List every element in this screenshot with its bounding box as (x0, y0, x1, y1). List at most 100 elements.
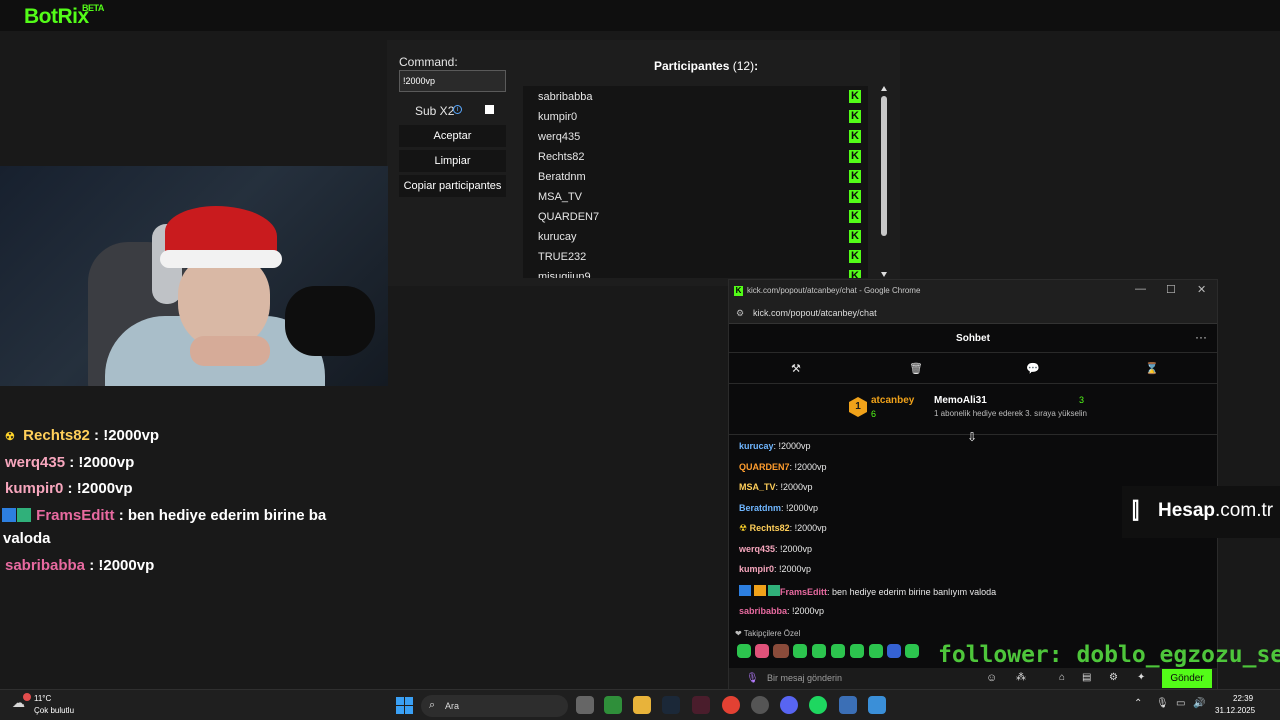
overlay-chat-line: valoda (3, 530, 51, 547)
valorant-icon[interactable] (692, 696, 710, 714)
botrix-logo[interactable]: BotRix BETA (24, 3, 104, 29)
task-view-icon[interactable] (576, 696, 594, 714)
scroll-thumb[interactable] (881, 96, 887, 236)
temperature[interactable]: 11°C (34, 694, 51, 703)
chat-username[interactable]: QUARDEN7 (739, 462, 790, 472)
emote-icon[interactable] (755, 644, 769, 658)
top-gifter-name[interactable]: atcanbey (871, 395, 914, 406)
followers-only-text: Takipçilere Özel (743, 629, 801, 638)
volume-icon[interactable]: 🔊 (1193, 698, 1205, 709)
emote-icon[interactable] (905, 644, 919, 658)
scroll-down-arrow-icon[interactable] (881, 272, 887, 277)
chat-username[interactable]: Beratdnm (739, 503, 781, 513)
kick-icon: K (849, 130, 861, 143)
moderator-badge-icon (2, 508, 16, 522)
participant-item: misugiiun9 (538, 271, 591, 278)
chat-username[interactable]: kumpir0 (739, 564, 774, 574)
emote-icon[interactable] (850, 644, 864, 658)
accept-button[interactable]: Aceptar (399, 125, 506, 147)
clock-date[interactable]: 31.12.2025 (1215, 706, 1255, 715)
close-icon[interactable]: ✕ (1197, 283, 1206, 296)
clear-button[interactable]: Limpiar (399, 150, 506, 172)
emote-icon[interactable] (737, 644, 751, 658)
chat-input[interactable]: Bir mesaj gönderin (767, 673, 842, 683)
gifter-user[interactable]: MemoAli31 (934, 395, 987, 406)
weather-condition[interactable]: Çok bulutlu (34, 706, 74, 715)
chat-text: : !2000vp (775, 544, 813, 554)
send-button[interactable]: Gönder (1162, 669, 1212, 688)
steam-icon[interactable] (662, 696, 680, 714)
site-info-icon[interactable]: ⚙ (736, 308, 746, 318)
discord-icon[interactable] (780, 696, 798, 714)
taskbar-search[interactable]: ⌕ Ara (421, 695, 568, 717)
mic-tray-icon[interactable]: 🎙 (1156, 698, 1169, 709)
clock-time[interactable]: 22:39 (1233, 694, 1253, 703)
more-options-icon[interactable]: ··· (1195, 330, 1207, 344)
minecraft-icon[interactable] (604, 696, 622, 714)
chat-username[interactable]: kurucay (739, 441, 774, 451)
address-bar[interactable]: ⚙ kick.com/popout/atcanbey/chat (729, 302, 1217, 324)
chat-text: : !2000vp (789, 523, 827, 533)
participants-scrollbar[interactable] (880, 86, 888, 278)
chat-username[interactable]: werq435 (739, 544, 775, 554)
url-text[interactable]: kick.com/popout/atcanbey/chat (753, 308, 877, 318)
sub-x2-checkbox[interactable] (485, 105, 494, 114)
command-label: Command: (399, 55, 458, 69)
spotify-icon[interactable] (809, 696, 827, 714)
trash-icon[interactable]: 🗑 (909, 362, 923, 375)
tray-chevron-icon[interactable]: ⌃ (1134, 698, 1142, 709)
share-icon[interactable]: ⁂ (1016, 672, 1026, 683)
chrome-icon[interactable] (722, 696, 740, 714)
settings-gear-icon[interactable]: ⚙ (1109, 672, 1118, 683)
copy-participants-button[interactable]: Copiar participantes (399, 175, 506, 197)
participant-item: QUARDEN7 (538, 211, 600, 223)
overlay-chat-line: kumpir0 : !2000vp (5, 480, 133, 497)
chat-header: Sohbet ··· (729, 325, 1217, 353)
emote-icon[interactable] (831, 644, 845, 658)
kick-icon: K (849, 230, 861, 243)
store-icon[interactable]: ⌂ (1059, 672, 1065, 683)
microphone-icon[interactable]: 🎙 (746, 673, 759, 684)
weather-alert-badge (23, 693, 31, 701)
info-icon[interactable]: i (453, 105, 462, 114)
windows-start-icon[interactable] (396, 697, 413, 714)
ban-hammer-icon[interactable]: ⚒ (791, 362, 801, 375)
minimize-icon[interactable]: — (1135, 283, 1146, 295)
chat-bubble-icon[interactable]: 💬 (1026, 362, 1040, 375)
notepad-icon[interactable] (868, 696, 886, 714)
emote-icon[interactable] (869, 644, 883, 658)
chat-username[interactable]: MSA_TV (739, 482, 776, 492)
vpn-icon[interactable] (839, 696, 857, 714)
emote-icon[interactable] (793, 644, 807, 658)
crown-badge-icon (753, 585, 766, 596)
window-titlebar[interactable]: K kick.com/popout/atcanbey/chat - Google… (729, 280, 1217, 302)
scroll-to-bottom-icon[interactable]: ⇩ (967, 430, 977, 444)
leaderboard-message: 1 abonelik hediye ederek 3. sıraya yükse… (934, 409, 1087, 418)
emote-icon[interactable] (887, 644, 901, 658)
command-input[interactable] (399, 70, 506, 92)
emoji-icon[interactable]: ☺ (986, 672, 997, 684)
gift-leaderboard: 1 atcanbey 6 MemoAli31 3 1 abonelik hedi… (729, 385, 1217, 435)
maximize-icon[interactable]: ☐ (1166, 283, 1176, 296)
chat-settings-icon[interactable]: ▤ (1082, 672, 1091, 683)
chat-username[interactable]: Rechts82 (750, 523, 790, 533)
kick-icon: K (849, 250, 861, 263)
chat-username[interactable]: FramsEditt (780, 587, 827, 597)
scroll-up-arrow-icon[interactable] (881, 86, 887, 91)
search-icon: ⌕ (429, 699, 436, 711)
overlay-username: sabribabba (5, 557, 86, 574)
app-icon[interactable] (751, 696, 769, 714)
emote-icon[interactable] (773, 644, 789, 658)
microphone (285, 286, 375, 356)
overlay-username: werq435 (5, 454, 66, 471)
emote-icon[interactable] (812, 644, 826, 658)
network-icon[interactable]: ▭ (1176, 698, 1185, 709)
hesap-brand: Hesap (1158, 500, 1216, 521)
slow-mode-hourglass-icon[interactable]: ⌛ (1145, 362, 1159, 375)
participants-list: sabribabba K kumpir0 K werq435 K Rechts8… (523, 86, 868, 278)
file-explorer-icon[interactable] (633, 696, 651, 714)
chat-username[interactable]: sabribabba (739, 606, 787, 616)
overlay-message: : ben hediye ederim birine ba (114, 507, 327, 524)
subscriber-badge-icon (17, 508, 31, 522)
bot-icon[interactable]: ✦ (1137, 672, 1145, 683)
